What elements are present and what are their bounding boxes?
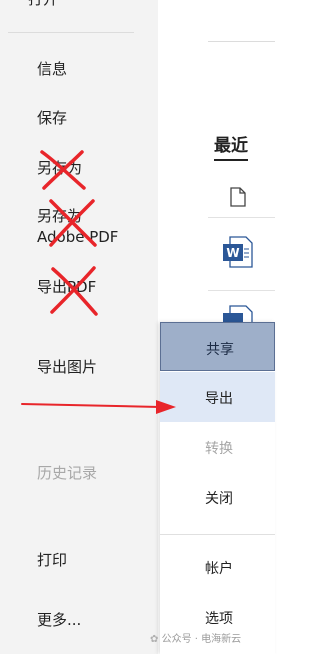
menu-item-export-pdf[interactable]: 导出PDF (37, 276, 96, 297)
menu-item-save[interactable]: 保存 (37, 107, 67, 128)
menu-item-label-line2: Adobe PDF (37, 228, 119, 246)
wechat-icon: ✿ (150, 634, 159, 645)
watermark-text: 公众号 · 电海新云 (161, 634, 242, 645)
menu-item-more[interactable]: 更多... (37, 609, 81, 630)
document-icon (230, 187, 246, 207)
file-row-divider (208, 290, 275, 291)
word-document-icon: W (223, 236, 253, 268)
file-popup-menu: 共享 导出 转换 关闭 帐户 选项 (160, 322, 275, 654)
recent-title[interactable]: 最近 (214, 131, 248, 161)
panel-divider (208, 41, 275, 42)
word-document-icon (223, 305, 253, 324)
menu-divider (8, 420, 134, 421)
close-label: 关闭 (205, 491, 233, 507)
menu-item-save-as-adobe-pdf[interactable]: 另存为 Adobe PDF (37, 206, 118, 248)
close-button[interactable]: 关闭 (160, 472, 275, 522)
account-label: 帐户 (205, 561, 233, 577)
backstage-left-menu: 打开 信息 保存 另存为 另存为 Adobe PDF 导出PDF 导出图片 历史… (0, 0, 158, 654)
file-row-divider (208, 217, 275, 218)
share-label: 共享 (206, 342, 234, 358)
red-arrow-icon (21, 400, 176, 414)
menu-divider (8, 32, 134, 33)
account-button[interactable]: 帐户 (160, 544, 275, 590)
options-label: 选项 (205, 611, 233, 627)
menu-item-info[interactable]: 信息 (37, 58, 67, 79)
menu-item-print[interactable]: 打印 (37, 549, 67, 570)
menu-item-export-image[interactable]: 导出图片 (37, 356, 97, 377)
convert-button: 转换 (160, 422, 275, 472)
watermark: ✿ 公众号 · 电海新云 (150, 630, 241, 645)
menu-divider (8, 326, 134, 327)
export-label: 导出 (205, 391, 233, 407)
popup-divider (160, 534, 275, 535)
convert-label: 转换 (205, 441, 233, 457)
svg-text:W: W (226, 246, 239, 260)
menu-item-history: 历史记录 (37, 464, 98, 482)
menu-item-save-as[interactable]: 另存为 (37, 157, 82, 178)
share-button[interactable]: 共享 (160, 322, 275, 371)
menu-item-label-line1: 另存为 (37, 207, 83, 225)
menu-item-open[interactable]: 打开 (28, 0, 58, 9)
